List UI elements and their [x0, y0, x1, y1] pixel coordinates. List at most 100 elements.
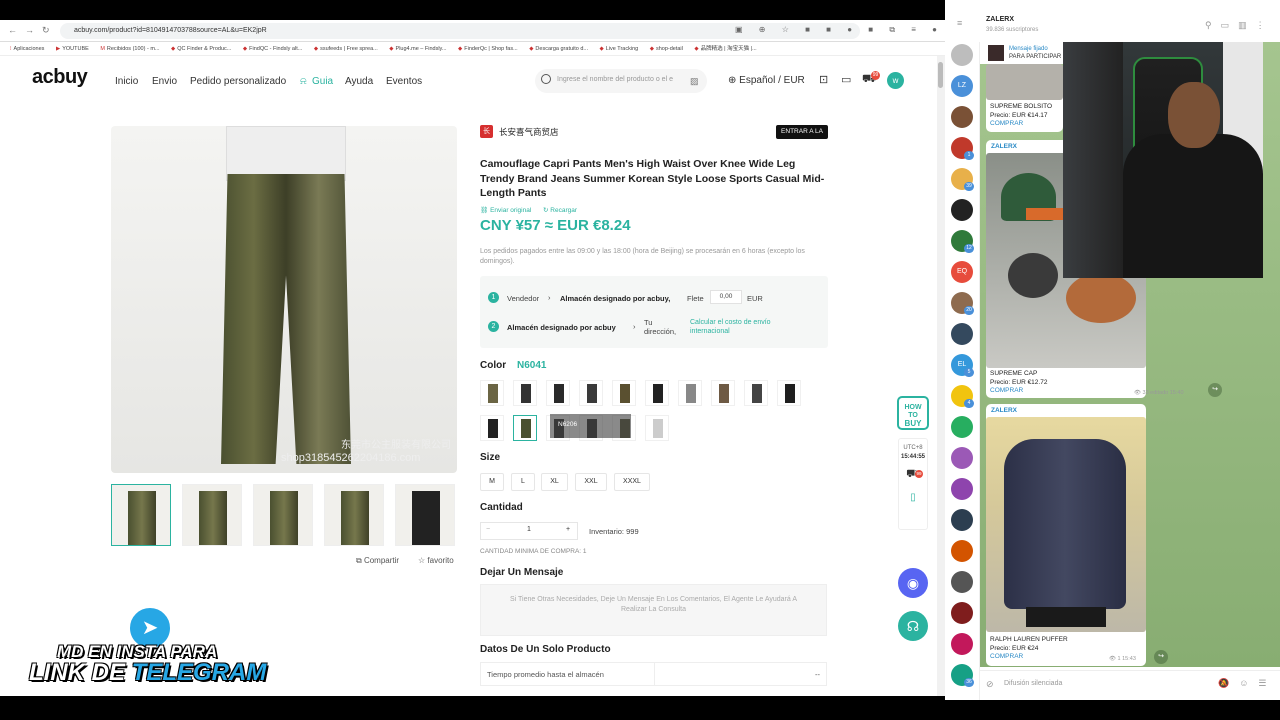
chat-avatar[interactable]: [951, 509, 973, 531]
channel-post[interactable]: SUPREME BOLSITO Precio: EUR €14.17 COMPRAR: [986, 64, 1063, 132]
chat-avatar[interactable]: [951, 199, 973, 221]
quantity-stepper[interactable]: − 1 +: [480, 522, 578, 540]
color-swatch[interactable]: [744, 380, 768, 406]
header-icons[interactable]: ⚲▭▥⋮: [1205, 20, 1274, 31]
chat-avatar[interactable]: [951, 540, 973, 562]
image-search-icon[interactable]: ▨: [690, 76, 699, 87]
muted-broadcast[interactable]: Difusión silenciada: [1004, 680, 1062, 687]
nav-guia[interactable]: Guia: [312, 76, 333, 87]
color-swatch[interactable]: [546, 380, 570, 406]
menu-icon[interactable]: ≡: [957, 18, 962, 28]
discord-icon[interactable]: ◉: [898, 568, 928, 598]
footer-icons[interactable]: 🔕☺☰: [1218, 678, 1276, 689]
bookmark[interactable]: ◆ Live Tracking: [600, 42, 639, 55]
chat-avatar[interactable]: LZ: [951, 75, 973, 97]
pinned-message[interactable]: Mensaje fijado PARA PARTICIPAR: [980, 42, 1064, 64]
thumbnail[interactable]: [111, 484, 171, 546]
color-swatch[interactable]: [480, 415, 504, 441]
acbuy-logo[interactable]: acbuy: [32, 66, 88, 89]
qty-plus[interactable]: +: [566, 526, 570, 533]
bookmark[interactable]: ◆ FinderQc | Shop fas...: [458, 42, 518, 55]
size-option[interactable]: L: [511, 473, 535, 491]
search-icon: [541, 74, 551, 84]
nav-inicio[interactable]: Inicio: [115, 76, 138, 87]
color-swatch[interactable]: [612, 380, 636, 406]
bookmark[interactable]: ▶ YOUTUBE: [56, 42, 89, 55]
product-main-image[interactable]: 东莞市公主服装有限公司 shop318545262204186.com: [111, 126, 457, 473]
bookmark[interactable]: ◆ Plug4.me – Findsly...: [389, 42, 446, 55]
chat-avatar[interactable]: [951, 416, 973, 438]
color-swatch[interactable]: [645, 415, 669, 441]
chat-avatar[interactable]: EQ: [951, 261, 973, 283]
support-icon[interactable]: ☊: [898, 611, 928, 641]
qty-minus[interactable]: −: [486, 526, 490, 533]
chat-avatar[interactable]: [951, 447, 973, 469]
scrollbar-thumb[interactable]: [938, 62, 943, 88]
url-text: acbuy.com/product?id=8104914703788source…: [74, 27, 267, 34]
size-option[interactable]: XXXL: [614, 473, 650, 491]
channel-name[interactable]: ZALERX: [986, 16, 1014, 23]
nav-pedido[interactable]: Pedido personalizado: [190, 76, 286, 87]
color-swatch[interactable]: [711, 380, 735, 406]
share-button[interactable]: ⧉ Compartir: [356, 556, 399, 566]
bookmark[interactable]: M Recibidos (100) - m...: [100, 42, 159, 55]
color-swatch[interactable]: [777, 380, 801, 406]
bookmark[interactable]: ◆ FindQC - Findsly alt...: [243, 42, 302, 55]
language-selector[interactable]: ⊕ Español / EUR: [728, 75, 805, 86]
page-scrollbar[interactable]: [937, 56, 945, 696]
nav-eventos[interactable]: Eventos: [386, 76, 422, 87]
channel-post[interactable]: ZALERX RALPH LAUREN PUFFER Precio: EUR €2…: [986, 404, 1146, 666]
bookmark[interactable]: ⁞ Aplicaciones: [10, 42, 44, 55]
forward-icon[interactable]: →: [25, 25, 34, 35]
color-swatch[interactable]: [513, 380, 537, 406]
favorite-button[interactable]: ☆ favorito: [418, 556, 454, 565]
color-swatch[interactable]: [645, 380, 669, 406]
scan-icon[interactable]: ⊡: [819, 73, 828, 86]
extension-icons[interactable]: ▣ ⊕ ☆ ■ ■ ● ■ ⧉ ≡ ● ⋮: [735, 25, 968, 35]
reload-link[interactable]: ↻ Recargar: [543, 206, 577, 214]
how-to-buy-button[interactable]: HOW TO BUY: [897, 396, 929, 430]
chat-avatar[interactable]: [951, 44, 973, 66]
thumbnail[interactable]: [253, 484, 313, 546]
color-swatch[interactable]: [480, 380, 504, 406]
chat-avatar[interactable]: [951, 323, 973, 345]
flete-field[interactable]: 0,00: [710, 290, 742, 304]
color-swatch-selected[interactable]: [513, 415, 537, 441]
color-swatch[interactable]: [678, 380, 702, 406]
size-option[interactable]: XL: [541, 473, 568, 491]
reload-icon[interactable]: ↻: [42, 25, 50, 36]
forward-icon[interactable]: ↪: [1154, 650, 1168, 664]
message-icon[interactable]: ▭: [841, 73, 851, 86]
chat-avatar[interactable]: [951, 106, 973, 128]
bookmark[interactable]: ◆ ssufeeds | Free sprea...: [314, 42, 378, 55]
qty-value[interactable]: 1: [527, 526, 531, 533]
forward-icon[interactable]: ↪: [1208, 383, 1222, 397]
bookmark[interactable]: ◆ 品牌精选 | 淘宝天猫 |...: [694, 42, 756, 55]
bookmark[interactable]: ◆ Descarga gratuito d...: [529, 42, 588, 55]
thumbnail[interactable]: [395, 484, 455, 546]
send-original-link[interactable]: ⛓ Enviar original: [480, 206, 531, 214]
bookmark[interactable]: ◆ QC Finder & Produc...: [171, 42, 231, 55]
avatar[interactable]: w: [887, 72, 904, 89]
calculate-shipping-link[interactable]: Calcular el costo de envío internacional: [690, 318, 810, 336]
thumbnail[interactable]: [324, 484, 384, 546]
mobile-icon[interactable]: ▯: [899, 492, 927, 503]
search-input[interactable]: Ingrese el nombre del producto o el e: [535, 69, 707, 93]
attach-icon[interactable]: ⊘: [986, 679, 994, 690]
shop-name[interactable]: 长安喜气商贸店: [499, 126, 559, 138]
nav-envio[interactable]: Envio: [152, 76, 177, 87]
enter-shop-button[interactable]: ENTRAR A LA: [776, 125, 828, 139]
color-swatch[interactable]: [579, 380, 603, 406]
size-option[interactable]: XXL: [575, 473, 607, 491]
message-textarea[interactable]: Si Tiene Otras Necesidades, Deje Un Mens…: [480, 584, 827, 636]
thumbnail[interactable]: [182, 484, 242, 546]
bookmark[interactable]: ◆ shop-detail: [650, 42, 683, 55]
chat-avatar[interactable]: [951, 633, 973, 655]
chat-avatar[interactable]: [951, 478, 973, 500]
chat-avatar[interactable]: [951, 571, 973, 593]
size-option[interactable]: M: [480, 473, 504, 491]
chat-avatar[interactable]: [951, 602, 973, 624]
nav-ayuda[interactable]: Ayuda: [345, 76, 373, 87]
back-icon[interactable]: ←: [8, 25, 17, 35]
puffer-jacket: [1004, 439, 1126, 609]
